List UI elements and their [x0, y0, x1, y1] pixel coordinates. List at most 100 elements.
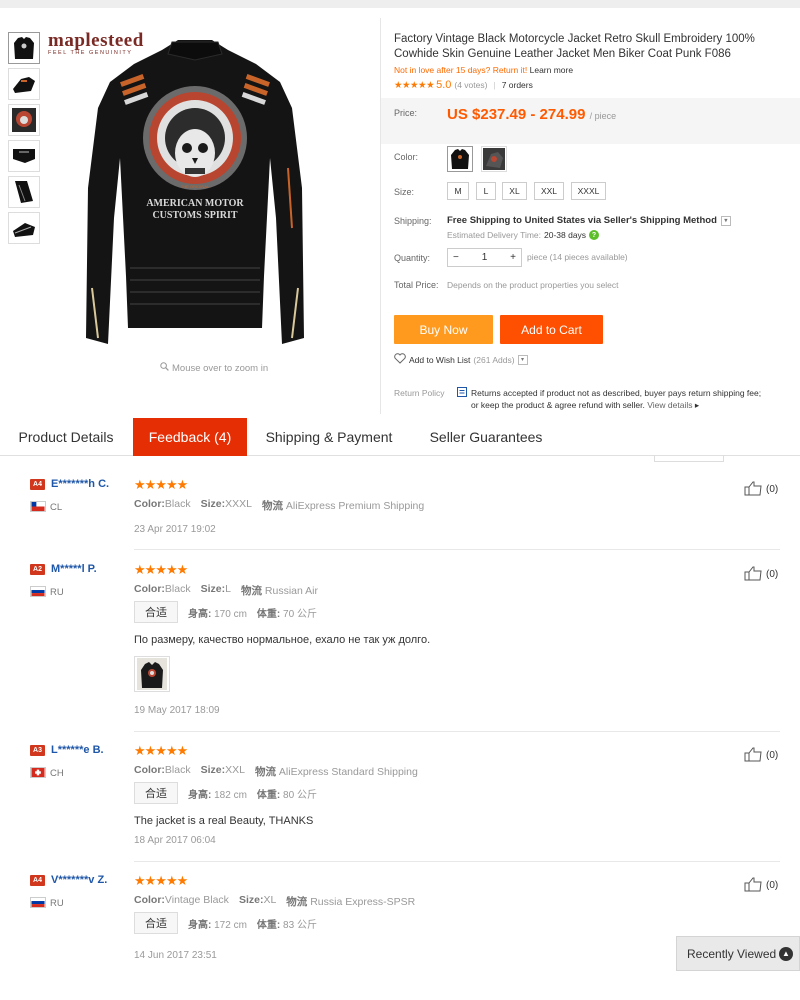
view-details-link[interactable]: View details	[647, 400, 692, 410]
return-promo: Not in love after 15 days? Return it! Le…	[394, 65, 573, 75]
delivery-label: Estimated Delivery Time:	[447, 230, 541, 240]
zoom-hint: Mouse over to zoom in	[160, 362, 268, 374]
add-to-cart-button[interactable]: Add to Cart	[500, 315, 603, 344]
price-label: Price:	[394, 108, 418, 118]
helpful-button[interactable]: (0)	[744, 746, 778, 765]
zoom-hint-text: Mouse over to zoom in	[172, 362, 269, 374]
size-attr-label: Size:	[200, 498, 226, 510]
thumbs-up-icon	[744, 876, 764, 895]
buy-now-button[interactable]: Buy Now	[394, 315, 493, 344]
thumbnail-sleeve[interactable]	[8, 176, 40, 208]
size-option-m[interactable]: M	[447, 182, 469, 200]
shipping-method-text: Free Shipping to United States via Selle…	[447, 215, 717, 226]
review-stars: ★★★★★	[134, 743, 188, 758]
buyer-name[interactable]: V*******v Z.	[51, 874, 107, 886]
rating-summary: ★★★★★ 5.0 (4 votes) | 7 orders	[394, 79, 533, 91]
heart-icon	[394, 353, 406, 366]
size-attr-value: L	[225, 583, 231, 595]
jacket-illustration: AMERICAN MOTOR CUSTOMS SPIRIT THE ORIGIN…	[86, 40, 304, 344]
country-flag-icon	[30, 501, 46, 512]
review-photo[interactable]	[134, 656, 170, 692]
buyer-level-badge: A3	[30, 745, 45, 756]
color-swatch-black[interactable]	[447, 146, 473, 172]
logistics-attr-label: 物流	[240, 585, 262, 597]
thumbnail-side[interactable]	[8, 68, 40, 100]
fit-info: 合适 身高: 170 cm 体重: 70 公斤	[134, 601, 317, 623]
fit-badge: 合适	[134, 782, 178, 804]
recently-viewed-label: Recently Viewed	[687, 946, 777, 961]
tab-shipping-payment[interactable]: Shipping & Payment	[248, 418, 410, 455]
tab-seller-guarantees[interactable]: Seller Guarantees	[411, 418, 561, 455]
quantity-decrease-button[interactable]: −	[453, 252, 459, 263]
thumbnail-collar[interactable]	[8, 140, 40, 172]
price-range: US $237.49 - 274.99 / piece	[447, 106, 616, 123]
wish-list-label: Add to Wish List	[409, 354, 471, 365]
votes-link[interactable]: (4 votes)	[454, 80, 487, 90]
return-policy-line2: or keep the product & agree refund with …	[471, 400, 645, 410]
color-attr-value: Black	[164, 764, 191, 776]
return-policy-label: Return Policy	[394, 388, 445, 398]
thumbs-up-icon	[744, 565, 764, 584]
size-attr-label: Size:	[200, 583, 226, 595]
caret-right-icon: ▸	[694, 400, 700, 410]
tab-feedback[interactable]: Feedback (4)	[133, 418, 247, 456]
learn-more-link[interactable]: Learn more	[530, 65, 573, 75]
quantity-input[interactable]: 1	[482, 252, 488, 263]
main-product-image[interactable]: AMERICAN MOTOR CUSTOMS SPIRIT THE ORIGIN…	[80, 38, 310, 358]
height-value: 172 cm	[214, 919, 247, 931]
helpful-count: (0)	[766, 569, 779, 580]
help-icon[interactable]: ?	[589, 230, 600, 240]
orders-count: 7 orders	[501, 80, 533, 90]
size-option-xl[interactable]: XL	[502, 182, 527, 200]
color-attr-label: Color:	[134, 764, 165, 776]
weight-value: 80 公斤	[283, 789, 317, 801]
review-date: 14 Jun 2017 23:51	[134, 950, 217, 961]
color-attr-label: Color:	[134, 583, 165, 595]
review-attributes: Color:Vintage Black Size:XL 物流 Russia Ex…	[134, 894, 415, 909]
add-to-wish-list[interactable]: Add to Wish List (261 Adds) ▾	[394, 353, 528, 366]
total-price-note: Depends on the product properties you se…	[447, 280, 619, 290]
country-flag-icon	[30, 897, 46, 908]
rating-value: 5.0	[436, 79, 452, 91]
price-box: Price: US $237.49 - 274.99 / piece	[381, 98, 800, 144]
quantity-increase-button[interactable]: +	[510, 252, 516, 263]
buyer-name[interactable]: E*******h C.	[51, 478, 109, 490]
shipping-method[interactable]: Free Shipping to United States via Selle…	[447, 215, 731, 226]
buyer-name[interactable]: M*****l P.	[51, 563, 97, 575]
fit-info: 合适 身高: 182 cm 体重: 80 公斤	[134, 782, 317, 804]
tab-bar: Product Details Feedback (4) Shipping & …	[0, 418, 800, 456]
logistics-attr-value: AliExpress Standard Shipping	[278, 766, 418, 778]
thumbnail-front[interactable]	[8, 32, 40, 64]
review-text: По размеру, качество нормальное, ехало н…	[134, 634, 431, 646]
divider	[134, 549, 780, 550]
thumbnail-zipper[interactable]	[8, 212, 40, 244]
recently-viewed-tab[interactable]: Recently Viewed ▲	[676, 936, 800, 971]
chevron-down-icon[interactable]: ▾	[517, 354, 528, 365]
fit-badge: 合适	[134, 912, 178, 934]
buyer-country: RU	[50, 587, 64, 598]
color-label: Color:	[394, 152, 419, 162]
thumbs-up-icon	[744, 746, 764, 765]
helpful-button[interactable]: (0)	[744, 480, 778, 499]
size-option-l[interactable]: L	[476, 182, 496, 200]
review-stars: ★★★★★	[134, 562, 188, 577]
wish-list-count: (261 Adds)	[473, 354, 515, 365]
delivery-estimate: Estimated Delivery Time: 20-38 days ?	[447, 230, 600, 240]
height-value: 182 cm	[214, 789, 247, 801]
helpful-button[interactable]: (0)	[744, 565, 778, 584]
size-option-xxl[interactable]: XXL	[534, 182, 564, 200]
tab-product-details[interactable]: Product Details	[0, 418, 132, 455]
height-label: 身高:	[188, 608, 212, 620]
logistics-attr-value: Russian Air	[264, 585, 318, 597]
buyer-name[interactable]: L******e B.	[51, 744, 104, 756]
thumbnail-list	[8, 32, 42, 248]
quantity-availability: piece (14 pieces available)	[527, 252, 628, 262]
thumbnail-embroidery[interactable]	[8, 104, 40, 136]
product-panel: maplesteed FEEL THE GENUINITY AMERICAN M…	[0, 0, 800, 414]
delivery-days: 20-38 days	[544, 230, 587, 240]
size-option-xxxl[interactable]: XXXL	[571, 182, 606, 200]
logistics-attr-label: 物流	[261, 500, 283, 512]
chevron-down-icon[interactable]: ▾	[720, 215, 731, 226]
helpful-button[interactable]: (0)	[744, 876, 778, 895]
color-swatch-vintage-black[interactable]	[481, 146, 507, 172]
